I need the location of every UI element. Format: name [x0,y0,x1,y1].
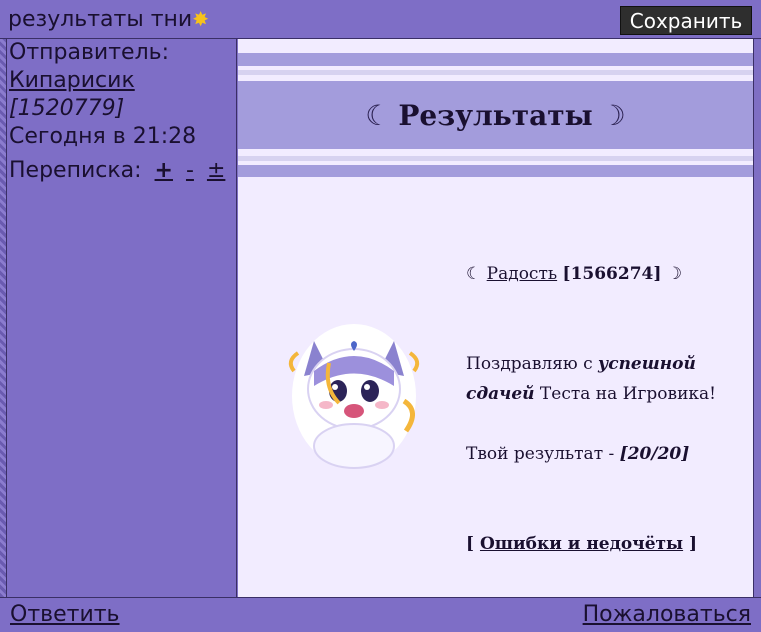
save-button[interactable]: Сохранить [620,6,752,35]
message-content: ☾ Радость [1566274] ☽ Поздравляю с успеш… [466,259,746,559]
moon-right-icon: ☽ [600,98,626,132]
sender-id: [1520779] [9,96,125,121]
recipient-name-link[interactable]: Радость [487,264,557,284]
footer-bar: Ответить Пожаловаться [0,597,761,632]
conversation-controls: Переписка: + - ± [7,157,236,185]
result-line: Твой результат - [20/20] [466,439,746,469]
divider-band [238,165,753,177]
congrats-prefix: Поздравляю с [466,354,599,374]
sun-icon: ✸ [192,7,209,31]
errors-line: [ Ошибки и недочёты ] [466,534,698,554]
divider-band [238,53,753,66]
conversation-label: Переписка: [9,158,142,183]
moon-left-small-icon: ☾ [466,264,482,284]
sender-label: Отправитель: [9,40,170,65]
results-title: Результаты [398,98,593,132]
message-subject: результаты тни✸ [8,7,209,32]
subject-text: результаты тни [8,7,193,32]
message-date: Сегодня в 21:28 [9,124,197,149]
conversation-remove-link[interactable]: - [186,158,194,183]
results-header: ☾ Результаты ☽ [238,81,753,149]
sender-sidebar: Отправитель: Кипарисик [1520779] Сегодня… [6,39,237,597]
moon-left-icon: ☾ [365,98,391,132]
congrats-text: Поздравляю с успешной сдачей Тестa на Иг… [466,349,746,409]
recipient-id: [1566274] [562,264,662,284]
moon-right-small-icon: ☽ [666,264,683,284]
divider-band [238,156,753,161]
result-label: Твой результат - [466,444,620,464]
top-bar: результаты тни✸ Сохранить [0,0,761,39]
result-value: [20/20] [619,444,690,464]
message-body: ☾ Результаты ☽ ☾ Радость [1566274] ☽ Поз… [238,39,754,597]
errors-link[interactable]: Ошибки и недочёты [480,534,683,554]
report-link[interactable]: Пожаловаться [583,602,751,627]
congrats-suffix: Тестa на Игровика! [534,384,716,404]
divider-band [238,70,753,75]
cat-sticker-image [288,324,420,469]
sender-name-link[interactable]: Кипарисик [9,68,135,93]
conversation-toggle-link[interactable]: ± [207,158,225,183]
reply-link[interactable]: Ответить [10,602,120,627]
recipient-line: ☾ Радость [1566274] ☽ [466,259,746,289]
conversation-add-link[interactable]: + [155,158,173,183]
